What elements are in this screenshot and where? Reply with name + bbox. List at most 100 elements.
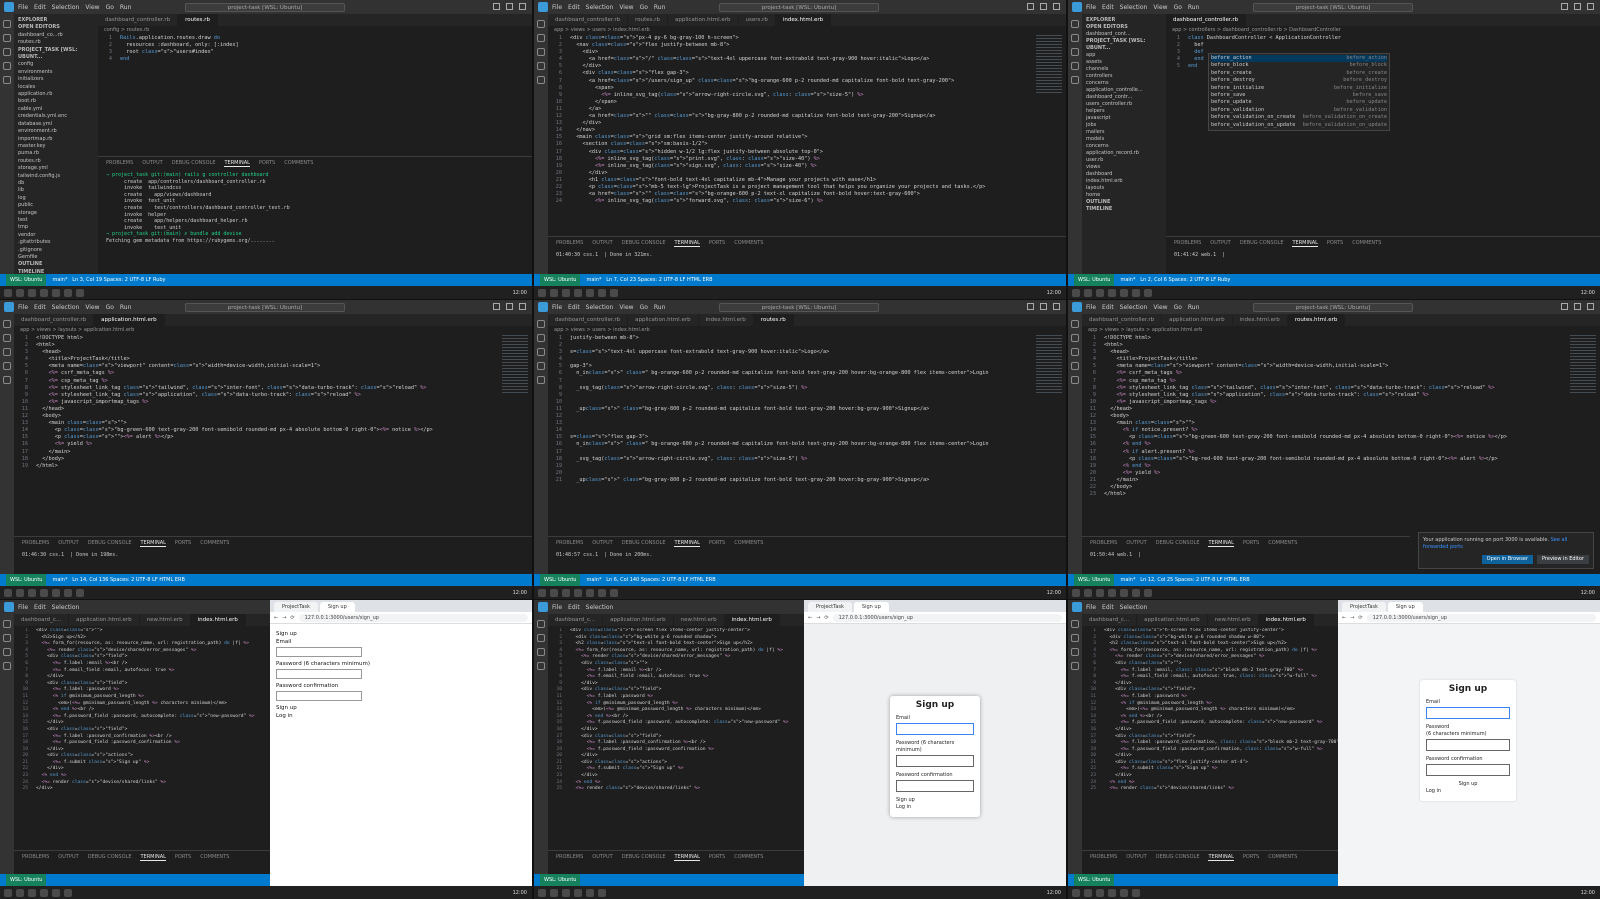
code-text[interactable]: <%= f.password_field :password_confirmat…	[36, 740, 180, 745]
sidebar-section-header[interactable]: TIMELINE	[1086, 206, 1162, 213]
editor-tabs[interactable]: dashboard_controller.rb application.html.…	[548, 314, 1066, 326]
remote-indicator[interactable]: WSL: Ubuntu	[1074, 574, 1115, 586]
run-debug-icon[interactable]	[1071, 362, 1079, 370]
explorer-app-icon[interactable]	[1108, 888, 1116, 897]
cursor-position[interactable]: Ln 12, Col 25 Spaces: 2 UTF-8 LF HTML ER…	[1140, 577, 1249, 583]
panel-tab[interactable]: DEBUG CONSOLE	[88, 854, 132, 861]
code-text[interactable]: <% end %><br />	[1104, 714, 1163, 719]
code-line[interactable]: 5 </div>	[548, 63, 1066, 70]
suggestion-item[interactable]: before_action before_action	[1211, 55, 1387, 63]
start-icon[interactable]	[1072, 588, 1080, 597]
sidebar-item[interactable]: vendor	[18, 232, 94, 239]
code-line[interactable]: 4 end	[98, 56, 532, 63]
address-bar[interactable]: 127.0.0.1:3000/users/sign_up	[832, 613, 1062, 622]
code-line[interactable]: 6 <div class=class="s">"">	[1082, 661, 1338, 668]
code-line[interactable]: 16 </div>	[1082, 727, 1338, 734]
address-bar[interactable]: 127.0.0.1:3000/users/sign_up	[1366, 613, 1596, 622]
sidebar-item[interactable]: dashboard	[1086, 171, 1162, 178]
sidebar-item[interactable]: master.key	[18, 143, 94, 150]
editor-tabs[interactable]: dashboard_c... application.html.erb new.ht…	[1082, 614, 1338, 626]
code-text[interactable]: </nav>	[570, 127, 595, 133]
code-line[interactable]: 25 </div>	[14, 786, 270, 793]
code-text[interactable]: <em>(<%= @minimum_password_length %> cha…	[36, 701, 227, 706]
code-line[interactable]: 13 </div>	[548, 120, 1066, 127]
code-text[interactable]: </div>	[36, 766, 64, 771]
remote-indicator[interactable]: WSL: Ubuntu	[540, 574, 581, 586]
code-text[interactable]: <a href=class="s">"" class=class="s">"bg…	[570, 191, 920, 197]
code-line[interactable]: 1 class DashboardController < Application…	[1166, 35, 1600, 42]
code-line[interactable]: 13 <main class=class="s">"">	[1082, 420, 1600, 427]
code-line[interactable]: 3 <h2 class=class="s">"text-xl font-bold…	[548, 641, 804, 648]
code-text[interactable]: <%= render class="s">"devise/shared/erro…	[36, 648, 196, 653]
code-line[interactable]: 6 <%= f.label :email %><br />	[14, 661, 270, 668]
code-text[interactable]: <%= f.password_field :password_confirmat…	[1104, 747, 1323, 752]
branch-indicator[interactable]: main*	[1120, 577, 1135, 583]
code-text[interactable]: <p class=class="s">"mb-5 text-lg">Projec…	[570, 184, 986, 190]
panel-tab[interactable]: PROBLEMS	[1090, 540, 1117, 547]
code-text[interactable]: <%= javascript_importmap_tags %>	[36, 399, 149, 405]
code-text[interactable]: <%= f.label :password %>	[36, 687, 119, 692]
editor-tabs[interactable]: dashboard_controller.rb	[1166, 14, 1600, 26]
minimize-icon[interactable]	[1027, 303, 1034, 310]
sidebar-section-header[interactable]: OUTLINE	[18, 261, 94, 268]
extensions-icon[interactable]	[3, 76, 11, 84]
code-line[interactable]: 23 </div>	[1082, 773, 1338, 780]
code-text[interactable]: <h2>Sign up</h2>	[36, 635, 86, 640]
editor-tab[interactable]: application.html.erb	[94, 314, 165, 326]
panel-tab[interactable]: DEBUG CONSOLE	[622, 854, 666, 861]
code-text[interactable]: <%= f.label :password_confirmation %><br…	[36, 734, 172, 739]
sidebar-item[interactable]: .gitignore	[18, 247, 94, 254]
suggestion-item[interactable]: before_initialize before_initialize	[1211, 85, 1387, 92]
cursor-position[interactable]: Ln 3, Col 19 Spaces: 2 UTF-8 LF Ruby	[72, 277, 165, 283]
code-text[interactable]: </html>	[1104, 491, 1126, 497]
back-icon[interactable]: ←	[274, 615, 278, 621]
code-line[interactable]: 8 </div>	[14, 674, 270, 681]
code-line[interactable]: 8 <%= stylesheet_link_tag class="s">"tai…	[1082, 385, 1600, 392]
panel-tab[interactable]: PROBLEMS	[556, 240, 583, 247]
panel-tab[interactable]: OUTPUT	[58, 854, 78, 861]
panel-tab[interactable]: TERMINAL	[1292, 240, 1318, 247]
code-line[interactable]: 2 <html>	[1082, 342, 1600, 349]
panel-tab[interactable]: COMMENTS	[1352, 240, 1381, 247]
code-text[interactable]: </div>	[36, 786, 53, 791]
panel-tabs[interactable]: PROBLEMS OUTPUT DEBUG CONSOLE TERMINAL PORTS…	[548, 537, 1066, 550]
panel-tab[interactable]: TERMINAL	[140, 540, 166, 547]
maximize-icon[interactable]	[1040, 303, 1047, 310]
code-line[interactable]: 9	[548, 392, 1066, 399]
code-line[interactable]: 8 <%= f.email_field :email, autofocus: t…	[1082, 674, 1338, 681]
command-search-input[interactable]: project-task [WSL: Ubuntu]	[1253, 2, 1413, 12]
code-line[interactable]: 20 </div>	[548, 170, 1066, 177]
code-text[interactable]: </head>	[36, 406, 64, 412]
code-line[interactable]: 2 <nav class=class="s">"flex justify-bet…	[548, 42, 1066, 49]
search-icon[interactable]	[3, 334, 11, 342]
activity-bar[interactable]	[1068, 14, 1082, 274]
panel-tab[interactable]: DEBUG CONSOLE	[1156, 540, 1200, 547]
code-line[interactable]: 15 <p class=class="s">"bg-green-600 text…	[1082, 434, 1600, 441]
code-line[interactable]: 12 <a href=class="s">"" class=class="s">…	[548, 113, 1066, 120]
back-icon[interactable]: ←	[808, 615, 812, 621]
editor-tabs[interactable]: dashboard_c... application.html.erb new.ht…	[548, 614, 804, 626]
code-line[interactable]: 11 <% if @minimum_password_length %>	[14, 694, 270, 701]
window-controls[interactable]	[1027, 303, 1060, 310]
browser-tab-signup[interactable]: Sign up	[319, 602, 355, 612]
sidebar-item[interactable]: .gitattributes	[18, 239, 94, 246]
code-line[interactable]: 18 <%= f.label :password_confirmation, c…	[1082, 740, 1338, 747]
explorer-icon[interactable]	[3, 320, 11, 328]
minimize-icon[interactable]	[1561, 3, 1568, 10]
code-text[interactable]: <%= f.email_field :email, autofocus: tru…	[570, 674, 709, 679]
panel-tabs[interactable]: PROBLEMS OUTPUT DEBUG CONSOLE TERMINAL PORTS…	[1082, 537, 1410, 550]
code-line[interactable]: 1 justify-between mb-8">	[548, 335, 1066, 342]
password-confirmation-field[interactable]	[276, 691, 362, 701]
code-text[interactable]: <div class=class="s">"field">	[36, 681, 127, 686]
code-text[interactable]: bef	[1188, 42, 1203, 48]
preview-in-editor-button[interactable]: Preview in Editor	[1537, 555, 1589, 564]
code-line[interactable]: 14 <p class=class="s">"bg-green-600 text…	[14, 427, 532, 434]
code-line[interactable]: 23 <% end %>	[14, 773, 270, 780]
reload-icon[interactable]: ⟳	[1358, 615, 1362, 621]
sidebar-item[interactable]: assets	[1086, 59, 1162, 66]
run-debug-icon[interactable]	[1071, 62, 1079, 70]
code-line[interactable]: 14 <% if notice.present? %>	[1082, 427, 1600, 434]
suggestion-item[interactable]: before_create before_create	[1211, 70, 1387, 77]
vscode-app-icon[interactable]	[64, 888, 72, 897]
panel-tab[interactable]: PROBLEMS	[1174, 240, 1201, 247]
